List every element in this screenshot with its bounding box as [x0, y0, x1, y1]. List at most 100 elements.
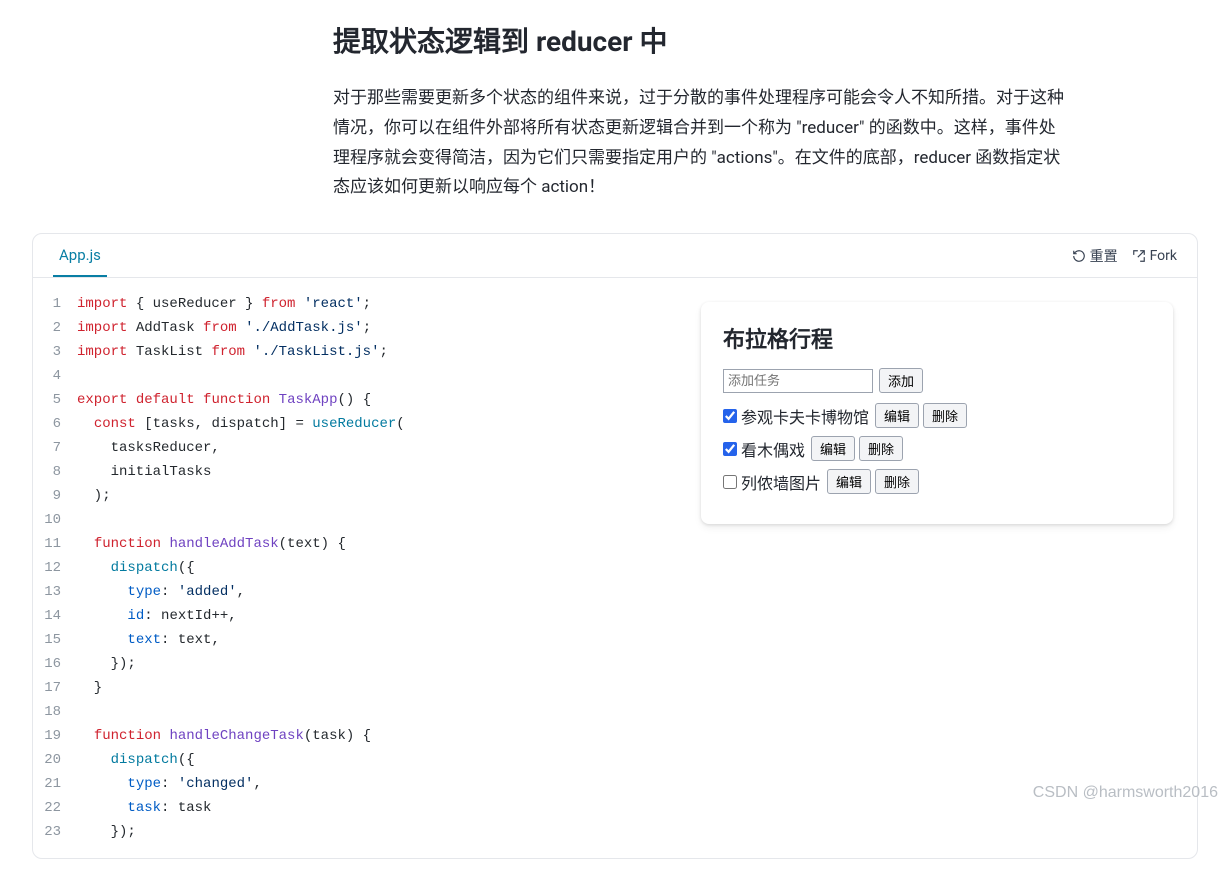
add-task-input[interactable]: [723, 369, 873, 393]
code-content: import { useReducer } from 'react';: [77, 292, 371, 316]
code-content: });: [77, 820, 136, 844]
line-number: 23: [33, 820, 77, 844]
code-content: text: text,: [77, 628, 220, 652]
line-number: 7: [33, 436, 77, 460]
fork-button[interactable]: Fork: [1132, 248, 1177, 264]
delete-button[interactable]: 删除: [859, 436, 903, 461]
code-content: type: 'changed',: [77, 772, 262, 796]
code-line: 3import TaskList from './TaskList.js';: [33, 340, 677, 364]
section-paragraph: 对于那些需要更新多个状态的组件来说，过于分散的事件处理程序可能会令人不知所措。对…: [333, 84, 1065, 203]
code-content: function handleChangeTask(task) {: [77, 724, 371, 748]
task-checkbox[interactable]: [723, 442, 737, 456]
code-content: });: [77, 652, 136, 676]
line-number: 18: [33, 700, 77, 724]
task-row: 看木偶戏编辑删除: [723, 436, 1151, 461]
line-number: 16: [33, 652, 77, 676]
line-number: 13: [33, 580, 77, 604]
code-line: 6 const [tasks, dispatch] = useReducer(: [33, 412, 677, 436]
code-line: 19 function handleChangeTask(task) {: [33, 724, 677, 748]
code-line: 15 text: text,: [33, 628, 677, 652]
line-number: 21: [33, 772, 77, 796]
code-editor[interactable]: 1import { useReducer } from 'react';2imp…: [33, 278, 677, 858]
task-label: 看木偶戏: [741, 437, 805, 461]
code-line: 5export default function TaskApp() {: [33, 388, 677, 412]
edit-button[interactable]: 编辑: [827, 469, 871, 494]
line-number: 3: [33, 340, 77, 364]
code-sandbox: App.js 重置 Fork 1import { useReducer } fr…: [32, 233, 1198, 859]
delete-button[interactable]: 删除: [923, 403, 967, 428]
tab-label: App.js: [59, 246, 101, 264]
code-content: }: [77, 676, 102, 700]
line-number: 5: [33, 388, 77, 412]
preview-card: 布拉格行程 添加 参观卡夫卡博物馆编辑删除看木偶戏编辑删除列侬墙图片编辑删除: [701, 302, 1173, 524]
code-line: 9 );: [33, 484, 677, 508]
code-line: 13 type: 'added',: [33, 580, 677, 604]
reset-button[interactable]: 重置: [1072, 246, 1118, 266]
line-number: 15: [33, 628, 77, 652]
code-line: 20 dispatch({: [33, 748, 677, 772]
reset-label: 重置: [1090, 246, 1118, 266]
code-content: type: 'added',: [77, 580, 245, 604]
code-line: 16 });: [33, 652, 677, 676]
task-row: 参观卡夫卡博物馆编辑删除: [723, 403, 1151, 428]
line-number: 17: [33, 676, 77, 700]
code-content: initialTasks: [77, 460, 211, 484]
code-content: dispatch({: [77, 748, 195, 772]
line-number: 9: [33, 484, 77, 508]
code-content: function handleAddTask(text) {: [77, 532, 346, 556]
code-content: import TaskList from './TaskList.js';: [77, 340, 388, 364]
preview-title: 布拉格行程: [723, 322, 1151, 354]
code-line: 2import AddTask from './AddTask.js';: [33, 316, 677, 340]
code-content: export default function TaskApp() {: [77, 388, 371, 412]
preview-pane: 布拉格行程 添加 参观卡夫卡博物馆编辑删除看木偶戏编辑删除列侬墙图片编辑删除: [677, 278, 1197, 858]
line-number: 14: [33, 604, 77, 628]
edit-button[interactable]: 编辑: [875, 403, 919, 428]
line-number: 4: [33, 364, 77, 388]
line-number: 11: [33, 532, 77, 556]
line-number: 2: [33, 316, 77, 340]
task-list: 参观卡夫卡博物馆编辑删除看木偶戏编辑删除列侬墙图片编辑删除: [723, 403, 1151, 494]
code-line: 22 task: task: [33, 796, 677, 820]
code-line: 14 id: nextId++,: [33, 604, 677, 628]
code-line: 11 function handleAddTask(text) {: [33, 532, 677, 556]
task-checkbox[interactable]: [723, 409, 737, 423]
code-content: id: nextId++,: [77, 604, 237, 628]
delete-button[interactable]: 删除: [875, 469, 919, 494]
code-line: 18: [33, 700, 677, 724]
fork-icon: [1132, 249, 1146, 263]
line-number: 19: [33, 724, 77, 748]
code-content: const [tasks, dispatch] = useReducer(: [77, 412, 405, 436]
code-line: 23 });: [33, 820, 677, 844]
reset-icon: [1072, 249, 1086, 263]
tab-bar: App.js 重置 Fork: [33, 234, 1197, 278]
line-number: 1: [33, 292, 77, 316]
task-label: 参观卡夫卡博物馆: [741, 404, 869, 428]
section-heading: 提取状态逻辑到 reducer 中: [333, 20, 1065, 60]
code-line: 12 dispatch({: [33, 556, 677, 580]
code-line: 7 tasksReducer,: [33, 436, 677, 460]
line-number: 22: [33, 796, 77, 820]
code-line: 1import { useReducer } from 'react';: [33, 292, 677, 316]
tab-app-js[interactable]: App.js: [53, 235, 107, 277]
task-row: 列侬墙图片编辑删除: [723, 469, 1151, 494]
code-line: 8 initialTasks: [33, 460, 677, 484]
task-label: 列侬墙图片: [741, 470, 821, 494]
line-number: 10: [33, 508, 77, 532]
line-number: 12: [33, 556, 77, 580]
line-number: 20: [33, 748, 77, 772]
code-line: 4: [33, 364, 677, 388]
code-content: tasksReducer,: [77, 436, 220, 460]
fork-label: Fork: [1150, 248, 1177, 264]
code-content: );: [77, 484, 111, 508]
code-line: 21 type: 'changed',: [33, 772, 677, 796]
edit-button[interactable]: 编辑: [811, 436, 855, 461]
code-line: 10: [33, 508, 677, 532]
add-task-button[interactable]: 添加: [879, 368, 923, 393]
code-content: dispatch({: [77, 556, 195, 580]
line-number: 8: [33, 460, 77, 484]
task-checkbox[interactable]: [723, 475, 737, 489]
code-content: task: task: [77, 796, 211, 820]
line-number: 6: [33, 412, 77, 436]
code-line: 17 }: [33, 676, 677, 700]
code-content: import AddTask from './AddTask.js';: [77, 316, 371, 340]
